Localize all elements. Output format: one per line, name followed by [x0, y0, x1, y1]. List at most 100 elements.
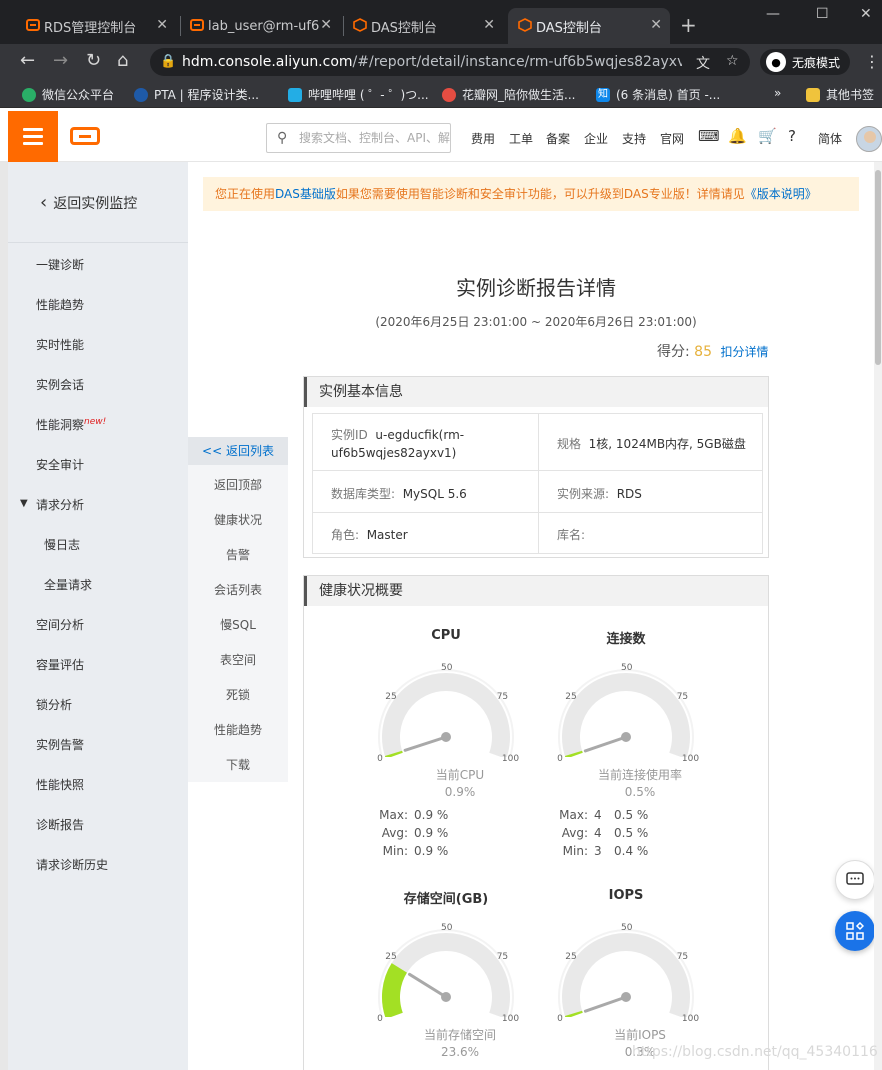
- gauge-tick-label: 75: [676, 951, 689, 962]
- star-icon[interactable]: ☆: [726, 53, 739, 69]
- nav-official[interactable]: 官网: [660, 130, 684, 147]
- translate-icon[interactable]: 文: [696, 53, 710, 73]
- forward-arrow-icon[interactable]: →: [53, 50, 68, 71]
- chat-icon: [846, 872, 864, 885]
- cart-icon[interactable]: 🛒: [758, 127, 777, 145]
- health-panel: 健康状况概要: [303, 575, 769, 1070]
- anchor-back-list[interactable]: << 返回列表: [188, 437, 288, 465]
- bookmark-huaban[interactable]: 花瓣网_陪你做生活...: [442, 86, 575, 103]
- caret-down-icon[interactable]: ▼: [20, 498, 28, 509]
- bookmark-zhihu[interactable]: 知 (6 条消息) 首页 -...: [596, 86, 720, 103]
- page-title: 实例诊断报告详情: [456, 276, 616, 300]
- anchor-top[interactable]: 返回顶部: [188, 476, 288, 493]
- sidebar-item-audit[interactable]: 安全审计: [36, 456, 84, 473]
- address-bar[interactable]: 🔒 hdm.console.aliyun.com/#/report/detail…: [150, 48, 750, 76]
- apps-icon: [846, 922, 864, 940]
- window-edge: [0, 111, 8, 1070]
- anchor-perf-trend[interactable]: 性能趋势: [188, 721, 288, 738]
- anchor-sessions[interactable]: 会话列表: [188, 581, 288, 598]
- sidebar-item-space[interactable]: 空间分析: [36, 616, 84, 633]
- sidebar-item-snapshot[interactable]: 性能快照: [36, 776, 84, 793]
- lock-icon: 🔒: [160, 54, 177, 69]
- home-icon[interactable]: ⌂: [117, 50, 128, 71]
- anchor-health[interactable]: 健康状况: [188, 511, 288, 528]
- tab-rds[interactable]: RDS管理控制台 ✕: [16, 8, 176, 44]
- sidebar-item-diagnose[interactable]: 一键诊断: [36, 256, 84, 273]
- bookmark-bilibili[interactable]: 哔哩哔哩 ( ゜- ゜)つ...: [288, 86, 429, 103]
- tab-das-active[interactable]: DAS控制台 ✕: [508, 8, 670, 44]
- das-basic-link[interactable]: DAS基础版: [275, 187, 336, 201]
- avatar[interactable]: [856, 126, 882, 152]
- scrollbar-thumb[interactable]: [875, 170, 881, 365]
- new-tab-icon[interactable]: +: [680, 13, 697, 37]
- close-tab-icon[interactable]: ✕: [483, 17, 495, 33]
- nav-ticket[interactable]: 工单: [509, 130, 533, 147]
- sidebar-item-full-request[interactable]: 全量请求: [44, 576, 92, 593]
- version-doc-link[interactable]: 《版本说明》: [745, 187, 817, 201]
- sidebar-item-slowlog[interactable]: 慢日志: [44, 536, 80, 553]
- anchor-slowsql[interactable]: 慢SQL: [188, 616, 288, 633]
- terminal-icon[interactable]: ⌨: [698, 127, 720, 145]
- sidebar-item-alarm[interactable]: 实例告警: [36, 736, 84, 753]
- gauge-title: CPU: [431, 628, 461, 643]
- score: 得分: 85 扣分详情: [657, 344, 769, 360]
- anchor-deadlock[interactable]: 死锁: [188, 686, 288, 703]
- back-to-monitor-link[interactable]: ‹ 返回实例监控: [40, 192, 137, 213]
- more-menu-icon[interactable]: ⋮: [864, 52, 880, 71]
- gauge-tick-label: 75: [496, 691, 509, 702]
- nav-icp[interactable]: 备案: [546, 130, 570, 147]
- gauge-dial: [558, 929, 694, 1017]
- sidebar-item-capacity[interactable]: 容量评估: [36, 656, 84, 673]
- nav-fee[interactable]: 费用: [471, 130, 495, 147]
- sidebar-item-report[interactable]: 诊断报告: [36, 816, 84, 833]
- nav-support[interactable]: 支持: [622, 130, 646, 147]
- close-tab-icon[interactable]: ✕: [156, 17, 168, 33]
- tab-das-1[interactable]: DAS控制台 ✕: [343, 8, 503, 44]
- gauge-tick-label: 0: [377, 1014, 383, 1025]
- reload-icon[interactable]: ↻: [86, 50, 101, 71]
- sidebar-item-sessions[interactable]: 实例会话: [36, 376, 84, 393]
- sidebar-item-insight[interactable]: 性能洞察new!: [36, 416, 106, 433]
- bell-icon[interactable]: 🔔: [728, 127, 747, 145]
- bookmark-pta[interactable]: PTA | 程序设计类...: [134, 86, 259, 103]
- maximize-icon[interactable]: ☐: [816, 6, 829, 22]
- browser-toolbar: ← → ↻ ⌂ 🔒 hdm.console.aliyun.com/#/repor…: [0, 44, 882, 80]
- chat-button[interactable]: [835, 860, 875, 900]
- gauge-value-arc: [564, 750, 583, 757]
- nav-enterprise[interactable]: 企业: [584, 130, 608, 147]
- sidebar-item-perf-trend[interactable]: 性能趋势: [36, 296, 84, 313]
- gauge-value-arc: [384, 750, 403, 757]
- incognito-badge[interactable]: ● 无痕模式: [760, 49, 850, 75]
- console-search-input[interactable]: ⚲ 搜索文档、控制台、API、解: [266, 123, 451, 153]
- anchor-tablespace[interactable]: 表空间: [188, 651, 288, 668]
- sidebar-item-lock[interactable]: 锁分析: [36, 696, 72, 713]
- gauge-tick-label: 25: [565, 691, 577, 702]
- app-center-button[interactable]: [835, 911, 875, 951]
- lang-switch[interactable]: 简体: [818, 130, 842, 147]
- gauge-current-label: 当前IOPS: [614, 1028, 666, 1042]
- close-tab-icon[interactable]: ✕: [650, 17, 662, 33]
- report-anchor-nav: << 返回列表 返回顶部 健康状况 告警 会话列表 慢SQL 表空间 死锁 性能…: [188, 437, 288, 782]
- instance-info-panel: 实例基本信息 实例ID u-egducfik(rm-uf6b5wqjes82ay…: [303, 376, 769, 558]
- sidebar-item-history[interactable]: 请求诊断历史: [36, 856, 108, 873]
- gauge-tick-label: 100: [501, 754, 520, 765]
- new-badge: new!: [84, 417, 107, 427]
- aliyun-logo[interactable]: [70, 127, 100, 145]
- anchor-download[interactable]: 下载: [188, 756, 288, 773]
- bookmark-wechat[interactable]: 微信公众平台: [22, 86, 114, 103]
- tab-dms[interactable]: lab_user@rm-uf6 ✕: [180, 8, 340, 44]
- gauge-current-value: 0.9%: [444, 785, 476, 799]
- score-detail-link[interactable]: 扣分详情: [720, 345, 768, 359]
- close-window-icon[interactable]: ✕: [860, 6, 872, 22]
- bookmarks-overflow-icon[interactable]: »: [774, 86, 781, 100]
- back-arrow-icon[interactable]: ←: [20, 50, 35, 71]
- sidebar-item-request-analysis[interactable]: 请求分析: [36, 496, 84, 513]
- close-tab-icon[interactable]: ✕: [320, 17, 332, 33]
- sidebar-item-realtime[interactable]: 实时性能: [36, 336, 84, 353]
- help-icon[interactable]: ?: [788, 127, 796, 145]
- anchor-alarm[interactable]: 告警: [188, 546, 288, 563]
- gauge-current-label: 当前连接使用率: [597, 768, 682, 782]
- menu-icon[interactable]: [8, 111, 58, 162]
- minimize-icon[interactable]: —: [766, 6, 780, 22]
- other-bookmarks[interactable]: 其他书签: [806, 86, 874, 103]
